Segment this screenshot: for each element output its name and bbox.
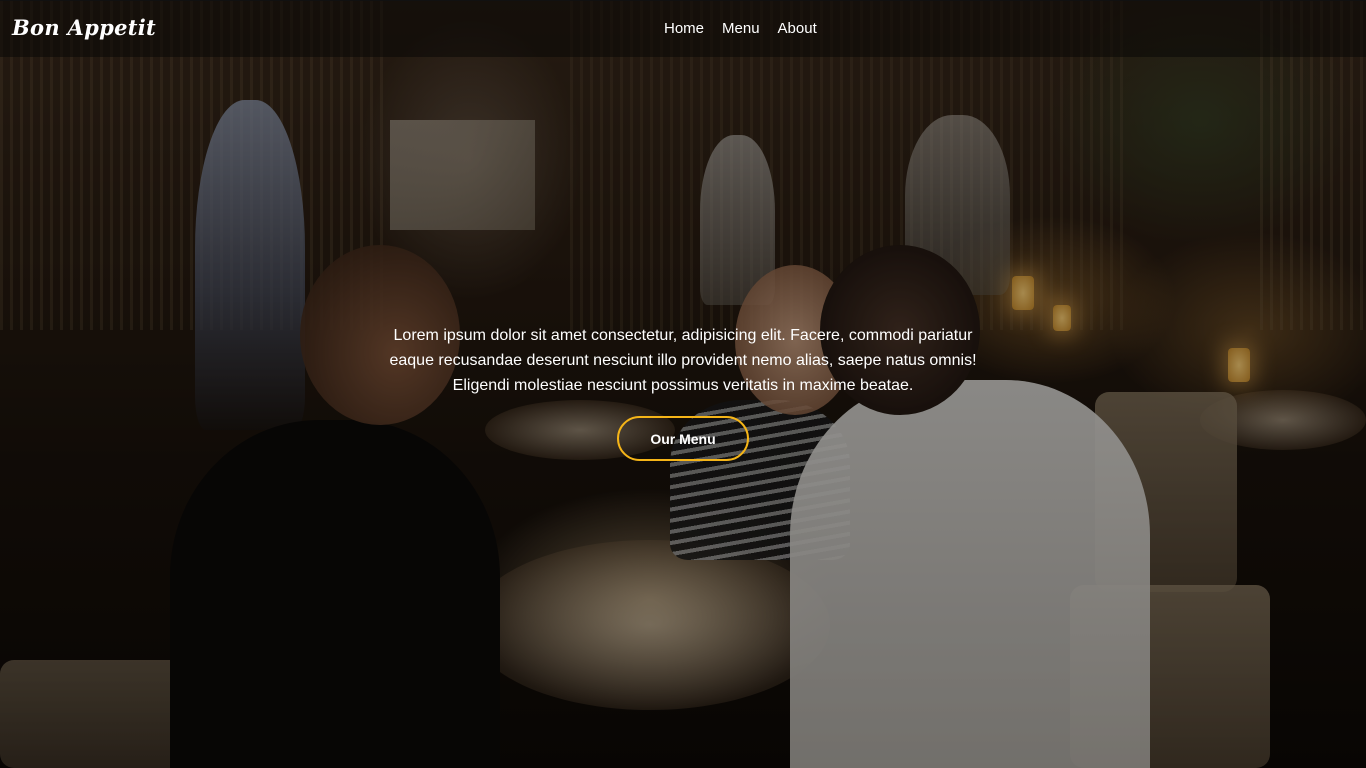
nav-links: Home Menu About <box>664 20 817 37</box>
hero-description: Lorem ipsum dolor sit amet consectetur, … <box>389 327 977 394</box>
brand-logo[interactable]: Bon Appetit <box>12 15 156 40</box>
hero-section: Bon Appetit Home Menu About Lorem ipsum … <box>0 0 1366 768</box>
nav-link-about[interactable]: About <box>778 20 817 37</box>
nav-link-home[interactable]: Home <box>664 20 704 37</box>
nav-link-menu[interactable]: Menu <box>722 20 760 37</box>
navbar: Bon Appetit Home Menu About <box>0 0 1366 57</box>
our-menu-button[interactable]: Our Menu <box>617 416 749 461</box>
